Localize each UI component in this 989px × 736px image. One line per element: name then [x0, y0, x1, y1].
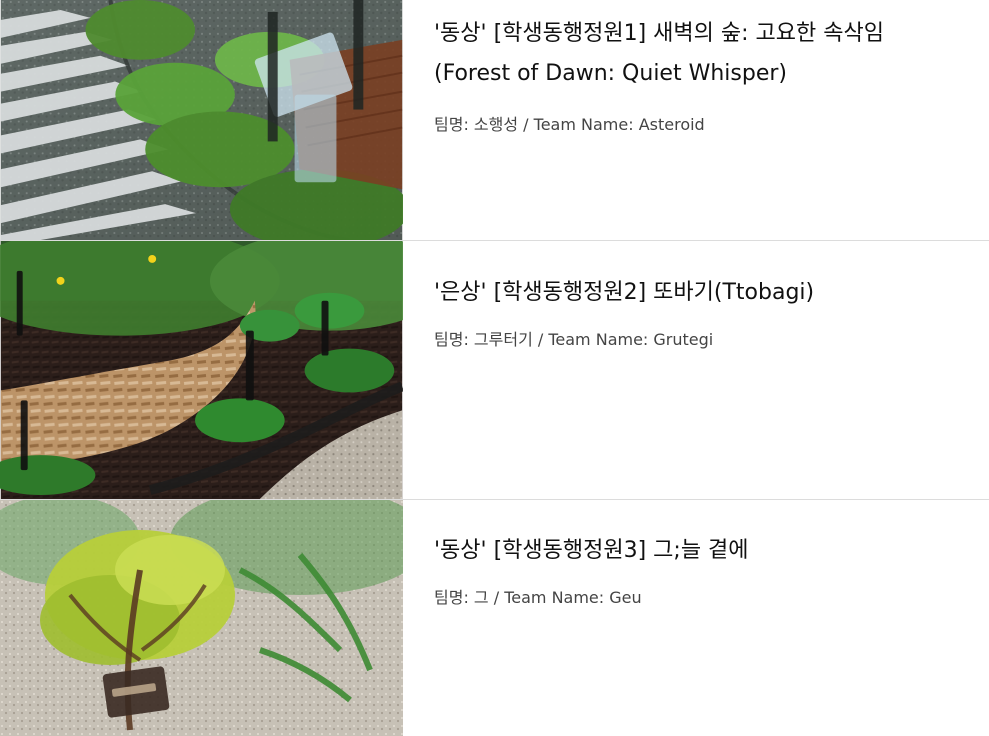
entry-title-line-1: '은상' [학생동행정원2] 또바기(Ttobagi): [434, 280, 815, 305]
entry-thumbnail[interactable]: [0, 500, 403, 736]
team-name: 팀명: 그루터기 / Team Name: Grutegi: [434, 330, 714, 349]
entry-title[interactable]: '은상' [학생동행정원2] 또바기(Ttobagi): [434, 241, 973, 313]
entry-thumbnail[interactable]: [0, 0, 403, 240]
entry-title[interactable]: '동상' [학생동행정원3] 그;늘 곁에: [434, 500, 973, 571]
team-name: 팀명: 소행성 / Team Name: Asteroid: [434, 115, 705, 134]
entry-title-line-1: '동상' [학생동행정원1] 새벽의 숲: 고요한 속삭임: [434, 21, 884, 46]
entry-text: '동상' [학생동행정원1] 새벽의 숲: 고요한 속삭임 (Forest of…: [403, 0, 989, 240]
entry-text: '은상' [학생동행정원2] 또바기(Ttobagi) 팀명: 그루터기 / T…: [403, 241, 989, 499]
list-item[interactable]: '동상' [학생동행정원3] 그;늘 곁에 팀명: 그 / Team Name:…: [0, 500, 989, 736]
list-item[interactable]: '동상' [학생동행정원1] 새벽의 숲: 고요한 속삭임 (Forest of…: [0, 0, 989, 241]
team-name: 팀명: 그 / Team Name: Geu: [434, 588, 642, 607]
list-item[interactable]: '은상' [학생동행정원2] 또바기(Ttobagi) 팀명: 그루터기 / T…: [0, 241, 989, 500]
garden-photo-icon: [0, 0, 403, 240]
entry-title[interactable]: '동상' [학생동행정원1] 새벽의 숲: 고요한 속삭임 (Forest of…: [434, 0, 973, 94]
entry-text: '동상' [학생동행정원3] 그;늘 곁에 팀명: 그 / Team Name:…: [403, 500, 989, 736]
garden-entry-list: '동상' [학생동행정원1] 새벽의 숲: 고요한 속삭임 (Forest of…: [0, 0, 989, 736]
garden-photo-icon: [0, 500, 403, 736]
entry-title-line-2: (Forest of Dawn: Quiet Whisper): [434, 61, 787, 86]
entry-thumbnail[interactable]: [0, 241, 403, 499]
garden-photo-icon: [0, 241, 403, 499]
entry-title-line-1: '동상' [학생동행정원3] 그;늘 곁에: [434, 538, 749, 563]
